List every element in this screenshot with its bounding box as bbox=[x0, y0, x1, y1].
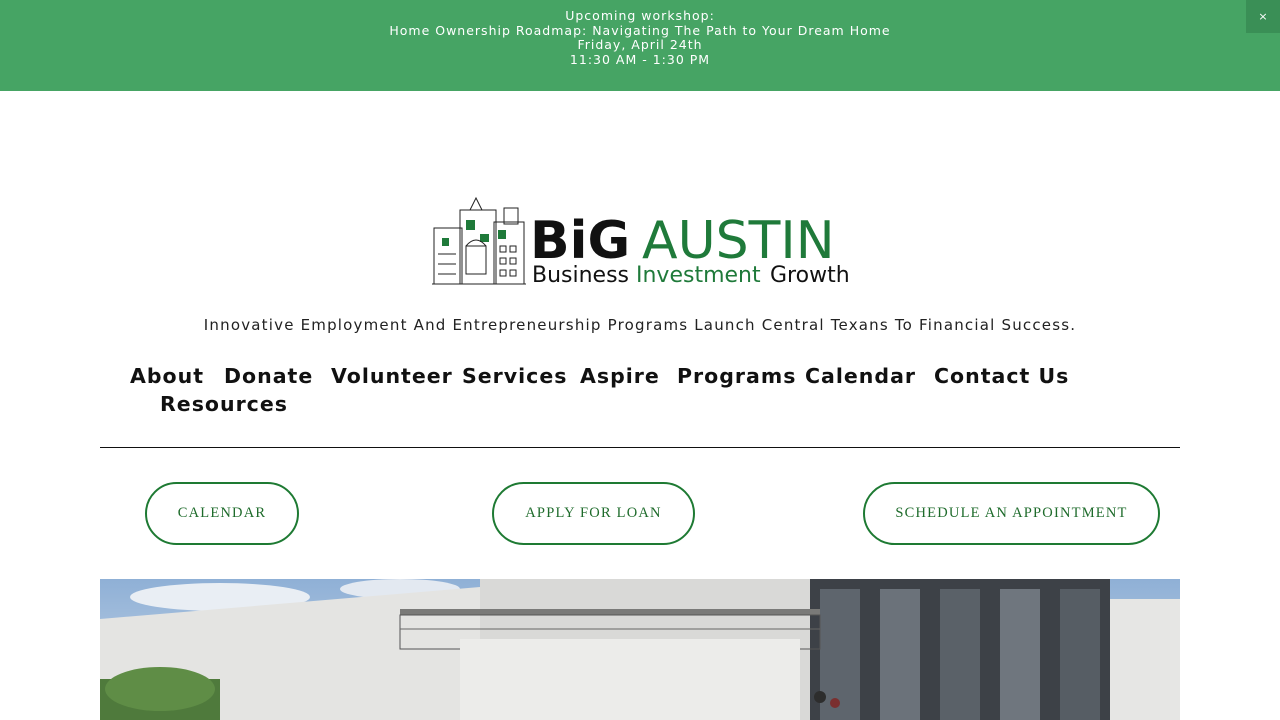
announcement-bar: Upcoming workshop: Home Ownership Roadma… bbox=[0, 0, 1280, 91]
building-rendering-image bbox=[100, 579, 1180, 720]
site-logo[interactable]: BiG AUSTIN Business Investment Growth bbox=[432, 194, 850, 290]
announcement-line: 11:30 AM - 1:30 PM bbox=[569, 51, 711, 67]
main-nav: About Donate Volunteer Services Aspire P… bbox=[0, 364, 1280, 424]
close-announcement-button[interactable]: × bbox=[1246, 0, 1280, 33]
nav-item-resources[interactable]: Resources bbox=[160, 392, 288, 416]
nav-item-calendar[interactable]: Calendar bbox=[805, 364, 916, 388]
announcement-line: Upcoming workshop: bbox=[565, 8, 715, 23]
apply-for-loan-button[interactable]: APPLY FOR LOAN bbox=[492, 482, 695, 545]
nav-item-volunteer[interactable]: Volunteer bbox=[331, 364, 453, 388]
logo-graphic: BiG AUSTIN Business Investment Growth bbox=[432, 196, 850, 288]
nav-item-about[interactable]: About bbox=[130, 364, 204, 388]
schedule-appointment-button[interactable]: SCHEDULE AN APPOINTMENT bbox=[863, 482, 1160, 545]
nav-item-programs[interactable]: Programs bbox=[677, 364, 796, 388]
logo-sub-growth: Growth bbox=[770, 263, 850, 288]
calendar-button[interactable]: CALENDAR bbox=[145, 482, 299, 545]
logo-sub-investment: Investment bbox=[636, 263, 761, 288]
announcement-line: Friday, April 24th bbox=[577, 37, 703, 52]
logo-sub-business: Business bbox=[532, 263, 629, 288]
hero-image bbox=[100, 579, 1180, 720]
nav-item-aspire[interactable]: Aspire bbox=[580, 364, 660, 388]
logo-word-austin: AUSTIN bbox=[642, 211, 835, 271]
logo-word-big: BiG bbox=[530, 211, 630, 271]
site-tagline: Innovative Employment And Entrepreneursh… bbox=[203, 316, 1077, 334]
nav-item-donate[interactable]: Donate bbox=[224, 364, 313, 388]
header-divider bbox=[100, 447, 1180, 448]
announcement-line: Home Ownership Roadmap: Navigating The P… bbox=[389, 22, 891, 38]
building-icon bbox=[432, 196, 526, 285]
nav-item-services[interactable]: Services bbox=[462, 364, 567, 388]
nav-item-contact-us[interactable]: Contact Us bbox=[934, 364, 1069, 388]
